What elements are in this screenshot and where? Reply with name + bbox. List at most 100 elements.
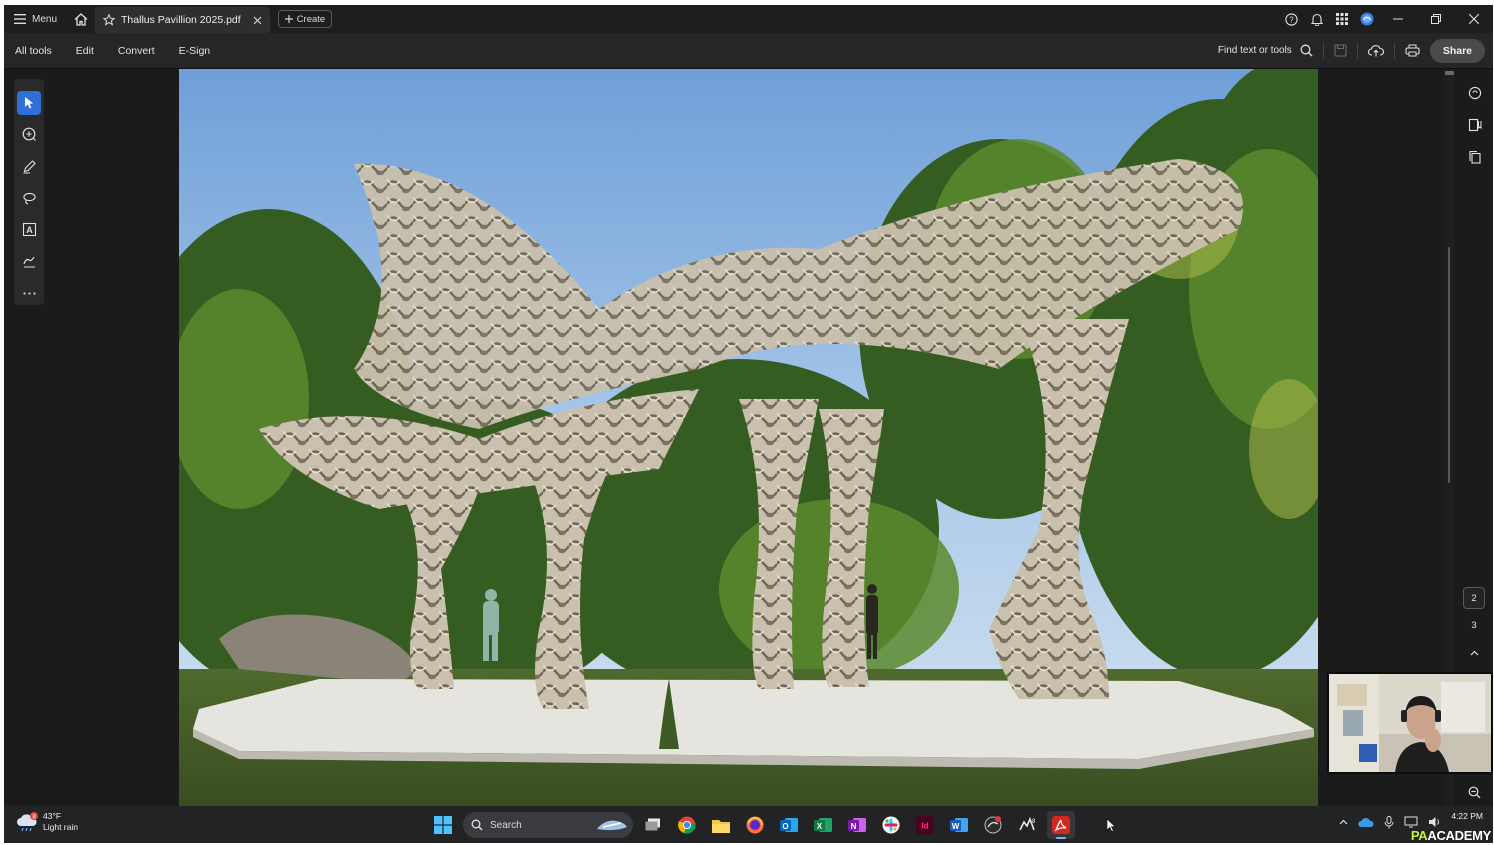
weather-desc: Light rain: [43, 822, 78, 832]
bell-icon: [1310, 13, 1323, 26]
grasshopper-app[interactable]: 8: [1013, 811, 1041, 839]
task-view-icon: [645, 818, 660, 831]
firefox-app[interactable]: [741, 811, 769, 839]
lasso-icon: [22, 192, 36, 205]
cursor-icon: [1106, 818, 1116, 832]
onedrive-icon[interactable]: [1358, 817, 1374, 828]
svg-text:N: N: [851, 822, 857, 831]
close-window-button[interactable]: [1455, 5, 1493, 33]
excel-icon: X: [814, 818, 832, 832]
divider: [1356, 42, 1358, 59]
menu-edit[interactable]: Edit: [64, 45, 106, 57]
bookmark-icon: [1468, 118, 1481, 132]
weather-widget[interactable]: 8 43°F Light rain: [16, 811, 78, 833]
menu-label: Menu: [32, 13, 58, 25]
text-tool-button[interactable]: A: [17, 218, 41, 242]
home-button[interactable]: [67, 5, 95, 33]
acrobat-icon: [1052, 816, 1070, 834]
profile-button[interactable]: [1354, 5, 1379, 33]
upload-cloud-icon[interactable]: [1367, 44, 1384, 57]
svg-text:?: ?: [1289, 15, 1294, 24]
title-bar: Menu Thallus Pavillion 2025.pdf Create ?: [4, 5, 1493, 33]
help-icon: ?: [1285, 12, 1298, 26]
microphone-icon[interactable]: [1384, 815, 1394, 829]
svg-text:O: O: [782, 822, 788, 831]
acrobat-window: Menu Thallus Pavillion 2025.pdf Create ?: [4, 5, 1493, 843]
word-icon: W: [950, 818, 968, 832]
slack-icon: [882, 816, 900, 834]
explorer-app[interactable]: [707, 811, 735, 839]
restore-icon: [1431, 14, 1441, 24]
document-tab[interactable]: Thallus Pavillion 2025.pdf: [95, 7, 270, 33]
windows-start-icon: [434, 816, 452, 834]
quick-tools-rail: A: [14, 79, 44, 305]
search-placeholder: Search: [490, 819, 522, 831]
start-button[interactable]: [429, 811, 457, 839]
webcam-overlay: [1327, 672, 1493, 774]
scrollbar-thumb[interactable]: [1448, 247, 1450, 483]
draw-tool-button[interactable]: [17, 154, 41, 178]
bookmarks-panel-button[interactable]: [1463, 113, 1487, 137]
indesign-app[interactable]: Id: [911, 811, 939, 839]
menu-esign[interactable]: E-Sign: [167, 45, 223, 57]
document-page[interactable]: [179, 69, 1318, 806]
weather-temp: 43°F: [43, 811, 62, 821]
menu-button[interactable]: Menu: [4, 5, 67, 33]
restore-button[interactable]: [1417, 5, 1455, 33]
close-tab-icon[interactable]: [253, 16, 262, 25]
slack-app[interactable]: [877, 811, 905, 839]
home-icon: [74, 12, 88, 26]
zoom-out-button[interactable]: [1463, 781, 1485, 803]
onenote-icon: N: [848, 818, 866, 832]
word-app[interactable]: W: [945, 811, 973, 839]
zoom-out-icon: [1468, 786, 1480, 798]
select-tool-button[interactable]: [17, 91, 41, 115]
select-icon: [24, 97, 33, 109]
taskbar-search[interactable]: Search: [463, 812, 633, 838]
search-icon: [471, 819, 483, 831]
apps-button[interactable]: [1329, 5, 1354, 33]
more-tools-button[interactable]: [17, 281, 41, 305]
page-up-button[interactable]: [1463, 642, 1485, 664]
minimize-button[interactable]: [1379, 5, 1417, 33]
comments-panel-button[interactable]: [1463, 81, 1487, 105]
firefox-icon: [746, 816, 764, 834]
apps-grid-icon: [1335, 13, 1348, 25]
excel-app[interactable]: X: [809, 811, 837, 839]
page-number-next[interactable]: 3: [1463, 614, 1485, 636]
rhino-icon: [984, 816, 1002, 834]
rhino-app[interactable]: [979, 811, 1007, 839]
volume-icon[interactable]: [1428, 816, 1441, 828]
create-button[interactable]: Create: [277, 10, 333, 28]
more-icon: [22, 292, 36, 295]
avatar-icon: [1360, 12, 1373, 26]
comment-icon: [1468, 86, 1481, 100]
menu-all-tools[interactable]: All tools: [4, 45, 64, 57]
find-text-label[interactable]: Find text or tools: [1218, 45, 1292, 56]
outlook-app[interactable]: O: [775, 811, 803, 839]
acrobat-app[interactable]: [1047, 811, 1075, 839]
tab-title: Thallus Pavillion 2025.pdf: [121, 14, 241, 26]
menu-convert[interactable]: Convert: [106, 45, 167, 57]
lasso-tool-button[interactable]: [17, 186, 41, 210]
save-icon[interactable]: [1334, 44, 1347, 57]
watermark-pa: PA: [1410, 828, 1428, 843]
chrome-app[interactable]: [673, 811, 701, 839]
windows-taskbar: 8 43°F Light rain Search O X N Id W 8 4:…: [4, 806, 1493, 843]
help-button[interactable]: ?: [1279, 5, 1304, 33]
main-toolbar: All tools Edit Convert E-Sign Find text …: [4, 33, 1493, 69]
print-icon[interactable]: [1405, 44, 1420, 57]
onenote-app[interactable]: N: [843, 811, 871, 839]
grasshopper-icon: 8: [1019, 816, 1036, 831]
notifications-button[interactable]: [1304, 5, 1329, 33]
chevron-up-icon[interactable]: [1339, 819, 1348, 825]
share-button[interactable]: Share: [1429, 38, 1485, 63]
comment-tool-button[interactable]: [17, 123, 41, 147]
taskview-app[interactable]: [639, 811, 667, 839]
pages-panel-button[interactable]: [1463, 145, 1487, 169]
network-icon[interactable]: [1404, 816, 1418, 828]
outlook-icon: O: [780, 818, 798, 832]
sign-tool-button[interactable]: [17, 250, 41, 274]
search-icon[interactable]: [1300, 44, 1313, 57]
page-number-current[interactable]: 2: [1463, 587, 1485, 609]
